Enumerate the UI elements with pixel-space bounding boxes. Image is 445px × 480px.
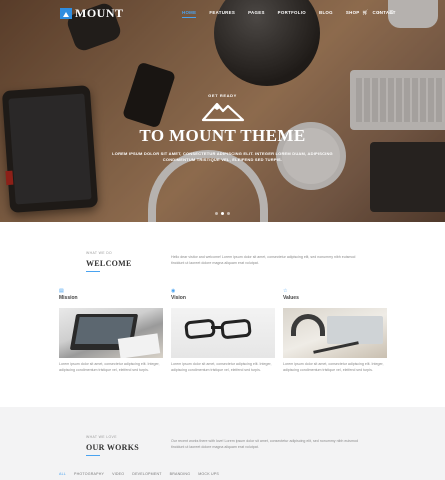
filter-video[interactable]: VIDEO xyxy=(112,472,124,476)
works-filters: ALL PHOTOGRAPHY VIDEO DEVELOPMENT BRANDI… xyxy=(59,472,227,476)
slider-dots xyxy=(215,212,233,215)
vision-title: Vision xyxy=(171,295,186,301)
nav-item-home[interactable]: HOME xyxy=(182,10,197,18)
navbar: MOUNT HOME FEATURES PAGES PORTFOLIO BLOG… xyxy=(0,0,445,28)
works-divider xyxy=(86,455,100,456)
filter-all[interactable]: ALL xyxy=(59,472,66,476)
works-eyebrow: WHAT WE LOVE xyxy=(86,435,117,439)
vision-text: Lorem ipsum dolor sit amet, consectetur … xyxy=(171,362,272,372)
slider-dot[interactable] xyxy=(227,212,230,215)
nav-icons: 🛒︎ ⌕ ☰ xyxy=(362,10,403,16)
hero-title: TO MOUNT THEME xyxy=(139,126,306,145)
page: GET READY TO MOUNT THEME LOREM IPSUM DOL… xyxy=(0,0,445,480)
menu-icon[interactable]: ☰ xyxy=(389,10,393,16)
welcome-divider xyxy=(86,271,100,272)
slider-dot[interactable] xyxy=(221,212,224,215)
star-icon: ☆ xyxy=(283,288,288,294)
cart-icon[interactable]: 🛒︎ xyxy=(362,10,368,16)
logo-icon xyxy=(60,8,72,19)
eye-icon: ◉ xyxy=(171,288,176,294)
welcome-eyebrow: WHAT WE DO xyxy=(86,251,113,255)
logo-text: MOUNT xyxy=(75,6,124,20)
slider-dot[interactable] xyxy=(215,212,218,215)
mission-image[interactable] xyxy=(59,308,163,358)
mission-title: Mission xyxy=(59,295,78,301)
filter-mock-ups[interactable]: MOCK UPS xyxy=(198,472,219,476)
welcome-intro: Hello dear visitor and welcome! Lorem ip… xyxy=(171,255,356,266)
folder-icon: ▤ xyxy=(59,288,64,294)
nav-item-features[interactable]: FEATURES xyxy=(209,10,235,18)
mountain-icon xyxy=(201,102,245,122)
nav-item-shop[interactable]: SHOP xyxy=(346,10,360,18)
welcome-title: WELCOME xyxy=(86,259,132,268)
works-title: OUR WORKS xyxy=(86,443,140,452)
nav-item-blog[interactable]: BLOG xyxy=(319,10,333,18)
search-icon[interactable]: ⌕ xyxy=(377,10,380,16)
nav-item-pages[interactable]: PAGES xyxy=(248,10,265,18)
filter-branding[interactable]: BRANDING xyxy=(170,472,191,476)
nav-item-portfolio[interactable]: PORTFOLIO xyxy=(278,10,306,18)
filter-photography[interactable]: PHOTOGRAPHY xyxy=(74,472,104,476)
works-intro: Our recent works there with love! Lorem … xyxy=(171,439,358,450)
hero-subtitle: LOREM IPSUM DOLOR SIT AMET, CONSECTETUR … xyxy=(112,151,333,163)
mission-text: Lorem ipsum dolor sit amet, consectetur … xyxy=(59,362,160,372)
vision-image[interactable] xyxy=(171,308,275,358)
hero-slider: GET READY TO MOUNT THEME LOREM IPSUM DOL… xyxy=(0,0,445,222)
filter-development[interactable]: DEVELOPMENT xyxy=(132,472,161,476)
logo[interactable]: MOUNT xyxy=(60,6,124,21)
values-image[interactable] xyxy=(283,308,387,358)
values-text: Lorem ipsum dolor sit amet, consectetur … xyxy=(283,362,384,372)
values-title: Values xyxy=(283,295,299,301)
hero-eyebrow: GET READY xyxy=(208,93,237,98)
